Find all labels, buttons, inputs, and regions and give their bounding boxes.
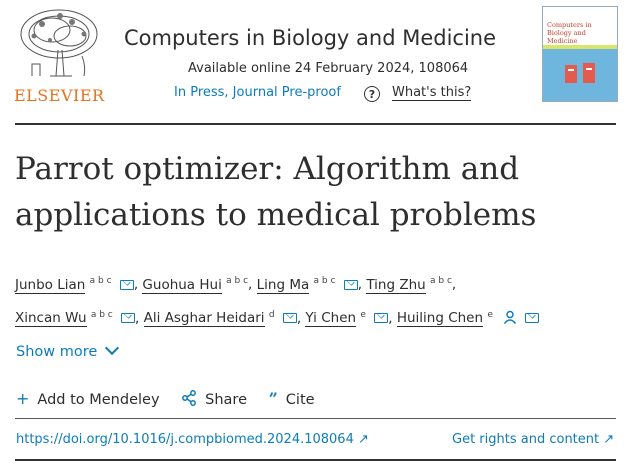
journal-cover-image[interactable]: Computers in Biology and Medicine [542, 6, 618, 102]
author-link[interactable]: Junbo Lian [15, 276, 86, 294]
affiliation-marker[interactable]: a b c [226, 276, 248, 286]
affiliation-marker[interactable]: e [487, 310, 493, 320]
mendeley-label: Add to Mendeley [37, 392, 160, 408]
elsevier-wordmark: ELSEVIER [14, 86, 105, 105]
share-icon [182, 390, 197, 406]
affiliation-marker[interactable]: d [269, 310, 275, 320]
person-icon[interactable] [503, 310, 517, 324]
author-link[interactable]: Huiling Chen [396, 310, 484, 327]
elsevier-logo[interactable]: ELSEVIER [12, 6, 106, 106]
show-more-label: Show more [16, 344, 98, 360]
email-icon[interactable] [374, 313, 389, 323]
email-icon[interactable] [343, 279, 358, 290]
author-link[interactable]: Yi Chen [305, 310, 357, 327]
cover-title: Computers in Biology and Medicine [547, 21, 592, 45]
affiliation-marker[interactable]: a b c [430, 276, 452, 286]
author-link[interactable]: Xincan Wu [15, 310, 87, 327]
email-icon[interactable] [525, 313, 540, 323]
author-link[interactable]: Ting Zhu [366, 276, 426, 294]
affiliation-marker[interactable]: a b c [90, 276, 112, 286]
availability-text: Available online 24 February 2024, 10806… [188, 61, 469, 76]
author-list: Junbo Lian a b c , Guohua Hui a b c, Lin… [15, 266, 623, 333]
header-divider [15, 123, 616, 125]
doi-link[interactable]: https://doi.org/10.1016/j.compbiomed.202… [16, 432, 369, 447]
email-icon[interactable] [282, 313, 297, 323]
quote-icon: ” [268, 389, 278, 408]
cite-button[interactable]: ” Cite [269, 389, 315, 408]
plus-icon: + [16, 389, 30, 408]
author-link[interactable]: Ali Asghar Heidari [143, 310, 265, 327]
share-label: Share [205, 392, 247, 408]
footer-divider [15, 459, 616, 461]
add-to-mendeley-button[interactable]: + Add to Mendeley [16, 389, 160, 408]
author-link[interactable]: Guohua Hui [142, 276, 222, 294]
cite-label: Cite [285, 392, 315, 408]
get-rights-link[interactable]: Get rights and content ↗ [452, 432, 614, 447]
email-icon[interactable] [119, 279, 134, 290]
affiliation-marker[interactable]: a b c [91, 310, 113, 320]
share-button[interactable]: Share [181, 390, 247, 408]
in-press-link[interactable]: In Press, Journal Pre-proof [174, 85, 341, 100]
cover-graphic-icon [565, 63, 595, 83]
help-icon[interactable]: ? [364, 86, 380, 102]
whats-this-link[interactable]: What's this? [392, 85, 472, 101]
affiliation-marker[interactable]: a b c [314, 276, 336, 286]
chevron-down-icon [105, 340, 120, 356]
author-link[interactable]: Ling Ma [256, 276, 310, 294]
show-more-button[interactable]: Show more [16, 340, 120, 360]
journal-title-link[interactable]: Computers in Biology and Medicine [124, 26, 496, 50]
article-title: Parrot optimizer: Algorithm and applicat… [15, 151, 537, 233]
email-icon[interactable] [121, 313, 136, 323]
actions-divider [15, 418, 616, 419]
affiliation-marker[interactable]: e [360, 310, 366, 320]
tree-emblem-icon [12, 6, 106, 86]
article-actions: + Add to Mendeley Share ” Cite [16, 389, 332, 408]
